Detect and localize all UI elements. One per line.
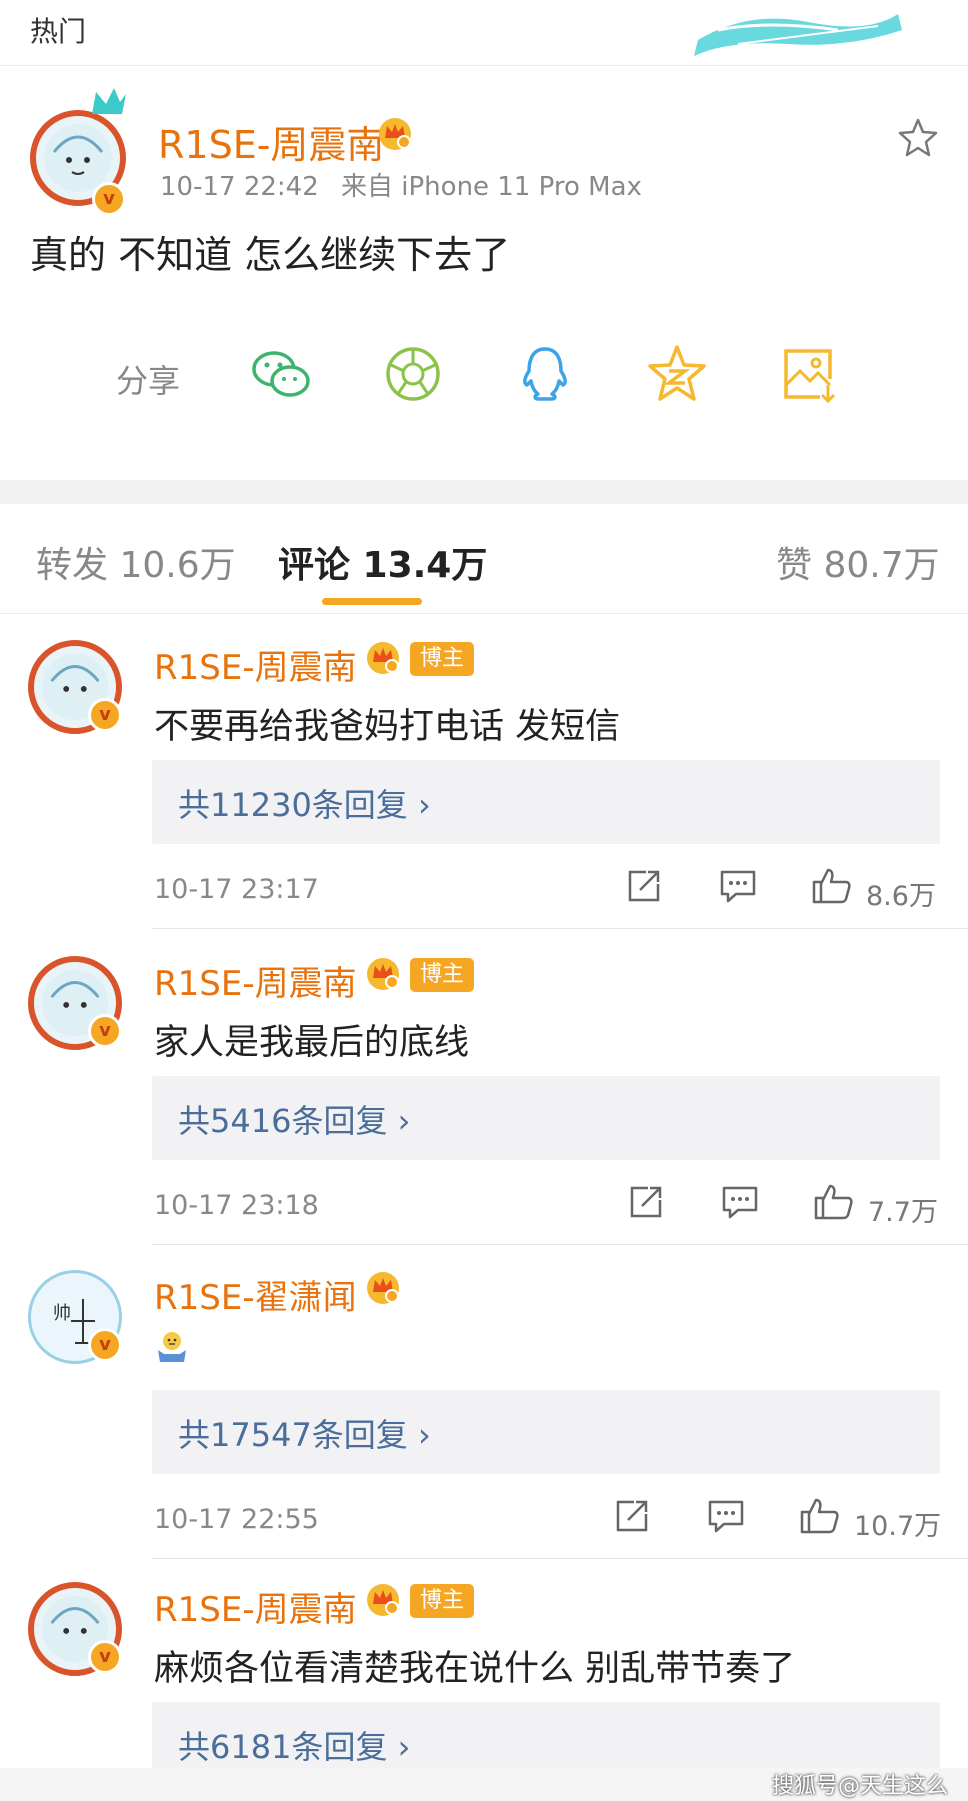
comment-time: 10-17 23:18 [154, 1190, 319, 1221]
tab-bar: 转发 10.6万 评论 13.4万 赞 80.7万 [0, 504, 968, 614]
crown-decoration-icon [92, 88, 126, 114]
comment-author[interactable]: R1SE-周震南 [154, 640, 357, 689]
verified-icon: v [88, 1328, 122, 1362]
comment-icon[interactable] [720, 1182, 760, 1222]
vip-crown-icon [367, 1272, 399, 1304]
section-label: 热门 [30, 15, 87, 48]
moments-icon[interactable] [380, 341, 446, 407]
share-label: 分享 [116, 362, 181, 400]
divider [152, 928, 968, 929]
comment-icon[interactable] [706, 1496, 746, 1536]
tab-repost[interactable]: 转发 10.6万 [36, 536, 236, 588]
comment-author[interactable]: R1SE-翟潇闻 [154, 1270, 357, 1319]
vip-crown-icon [367, 1584, 399, 1616]
wechat-icon[interactable] [248, 341, 314, 407]
comment-author[interactable]: R1SE-周震南 [154, 956, 357, 1005]
post-meta: 10-17 22:42 来自 iPhone 11 Pro Max [160, 166, 642, 203]
vip-crown-icon [367, 642, 399, 674]
like-count: 10.7万 [854, 1511, 942, 1542]
replies-count: 共11230条回复 › [178, 786, 431, 824]
comment-time: 10-17 22:55 [154, 1504, 319, 1535]
replies-link[interactable]: 共17547条回复 › [152, 1390, 940, 1474]
comment-icon[interactable] [718, 866, 758, 906]
verified-icon: v [88, 1014, 122, 1048]
tab-comments[interactable]: 评论 13.4万 [278, 536, 487, 588]
top-bar: 热门 [0, 0, 968, 66]
watermark: 搜狐号@天生这么红 [772, 1774, 949, 1799]
author-badge: 博主 [410, 958, 475, 992]
replies-link[interactable]: 共11230条回复 › [152, 760, 940, 844]
comment-text: 不要再给我爸妈打电话 发短信 [154, 707, 621, 747]
svg-text:帅: 帅 [53, 1303, 71, 1324]
author-badge: 博主 [410, 642, 475, 676]
like-icon[interactable] [798, 1496, 840, 1536]
post-author-name[interactable]: R1SE-周震南 [158, 114, 384, 169]
verified-icon: v [88, 1640, 122, 1674]
comment-item: v R1SE-周震南 博主 不要再给我爸妈打电话 发短信 共11230条回复 ›… [0, 614, 968, 932]
replies-link[interactable]: 共6181条回复 › [152, 1702, 940, 1768]
active-tab-indicator [322, 598, 422, 605]
verified-icon: v [92, 182, 126, 216]
post: v R1SE-周震南 10-17 22:42 来自 iPhone 11 Pro … [0, 66, 968, 480]
comment-item: v R1SE-周震南 博主 麻烦各位看清楚我在说什么 别乱带节奏了 共6181条… [0, 1556, 968, 1768]
replies-count: 共6181条回复 › [178, 1728, 411, 1766]
replies-count: 共5416条回复 › [178, 1102, 411, 1140]
shrug-emoji-icon [158, 1332, 186, 1362]
comment-text: 麻烦各位看清楚我在说什么 别乱带节奏了 [154, 1649, 796, 1689]
comment-text: 家人是我最后的底线 [154, 1023, 470, 1063]
qzone-icon[interactable] [644, 341, 710, 407]
comment-item: 帅 v R1SE-翟潇闻 共17547条回复 › 10-17 22:55 10.… [0, 1244, 968, 1562]
replies-link[interactable]: 共5416条回复 › [152, 1076, 940, 1160]
like-count: 7.7万 [868, 1197, 938, 1228]
post-content: 真的 不知道 怎么继续下去了 [30, 233, 511, 277]
qq-icon[interactable] [512, 341, 578, 407]
vip-crown-icon [367, 958, 399, 990]
post-time: 10-17 22:42 [160, 172, 319, 202]
vip-crown-icon [379, 118, 411, 150]
repost-icon[interactable] [624, 866, 664, 906]
section-divider [0, 480, 968, 504]
verified-icon: v [88, 698, 122, 732]
brand-logo [694, 14, 902, 56]
author-badge: 博主 [410, 1584, 475, 1618]
comment-item: v R1SE-周震南 博主 家人是我最后的底线 共5416条回复 › 10-17… [0, 930, 968, 1248]
replies-count: 共17547条回复 › [178, 1416, 431, 1454]
repost-icon[interactable] [626, 1182, 666, 1222]
favorite-star-icon[interactable] [896, 116, 940, 160]
post-source: 来自 iPhone 11 Pro Max [341, 172, 642, 202]
like-count: 8.6万 [866, 881, 936, 912]
comment-time: 10-17 23:17 [154, 874, 319, 905]
save-image-icon[interactable] [776, 341, 842, 407]
repost-icon[interactable] [612, 1496, 652, 1536]
tab-likes[interactable]: 赞 80.7万 [776, 536, 940, 588]
like-icon[interactable] [810, 866, 852, 906]
like-icon[interactable] [812, 1182, 854, 1222]
comment-author[interactable]: R1SE-周震南 [154, 1582, 357, 1631]
